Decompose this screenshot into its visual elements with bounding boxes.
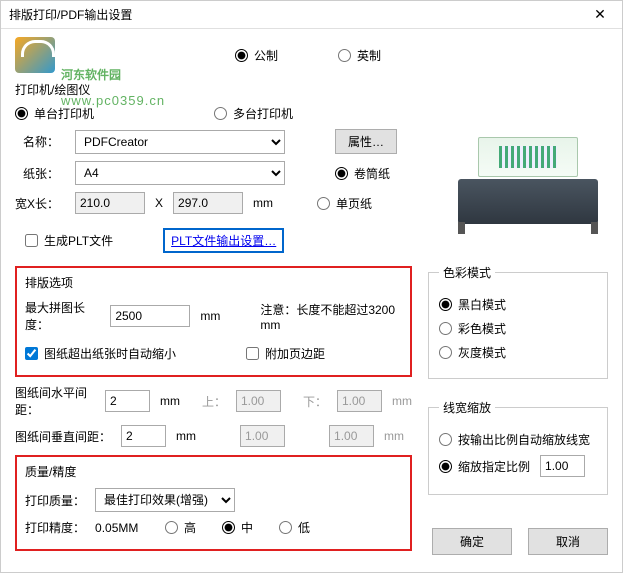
vspace-label: 图纸间垂直间距： xyxy=(15,428,111,445)
quality-label: 打印质量： xyxy=(25,492,85,509)
color-color-radio[interactable]: 彩色模式 xyxy=(439,320,506,337)
printer-name-select[interactable]: PDFCreator xyxy=(75,130,285,154)
bottom-margin2-input xyxy=(329,425,374,447)
window-title: 排版打印/PDF输出设置 xyxy=(9,6,132,23)
sheet-paper-radio[interactable]: 单页纸 xyxy=(317,195,372,212)
ok-button[interactable]: 确定 xyxy=(432,528,512,555)
top-margin2-input xyxy=(240,425,285,447)
precision-label: 打印精度： xyxy=(25,519,85,536)
unit-imperial-radio[interactable]: 英制 xyxy=(338,47,381,64)
multi-printer-radio[interactable]: 多台打印机 xyxy=(214,105,293,122)
single-printer-radio[interactable]: 单台打印机 xyxy=(15,105,94,122)
paper-select[interactable]: A4 xyxy=(75,161,285,185)
bottom-margin-input xyxy=(337,390,382,412)
width-input xyxy=(75,192,145,214)
printer-illustration xyxy=(458,129,598,224)
precision-value: 0.05MM xyxy=(95,521,155,535)
cancel-button[interactable]: 取消 xyxy=(528,528,608,555)
plt-settings-link[interactable]: PLT文件输出设置… xyxy=(163,228,284,253)
max-len-note: 注意：长度不能超过3200 mm xyxy=(260,301,402,332)
vspace-input[interactable] xyxy=(121,425,166,447)
printer-section-label: 打印机/绘图仪 xyxy=(15,81,608,98)
margin-checkbox[interactable]: 附加页边距 xyxy=(246,345,325,362)
layout-title: 排版选项 xyxy=(25,274,402,291)
max-len-input[interactable] xyxy=(110,305,190,327)
wh-label: 宽X长： xyxy=(15,195,65,212)
hspace-label: 图纸间水平间距： xyxy=(15,384,95,418)
color-bw-radio[interactable]: 黑白模式 xyxy=(439,296,506,313)
top-margin-input xyxy=(236,390,281,412)
app-logo-icon xyxy=(15,37,55,73)
precision-low-radio[interactable]: 低 xyxy=(279,519,310,536)
precision-high-radio[interactable]: 高 xyxy=(165,519,196,536)
height-input xyxy=(173,192,243,214)
color-gray-radio[interactable]: 灰度模式 xyxy=(439,344,506,361)
lw-auto-radio[interactable]: 按输出比例自动缩放线宽 xyxy=(439,431,590,448)
autofit-checkbox[interactable]: 图纸超出纸张时自动缩小 xyxy=(25,345,176,362)
precision-mid-radio[interactable]: 中 xyxy=(222,519,253,536)
quality-select[interactable]: 最佳打印效果(增强) xyxy=(95,488,235,512)
color-mode-fieldset: 色彩模式 黑白模式 彩色模式 灰度模式 xyxy=(428,264,608,379)
name-label: 名称： xyxy=(15,133,65,150)
lw-ratio-radio[interactable]: 缩放指定比例 xyxy=(439,458,530,475)
linewidth-fieldset: 线宽缩放 按输出比例自动缩放线宽 缩放指定比例 xyxy=(428,399,608,495)
hspace-input[interactable] xyxy=(105,390,150,412)
max-len-label: 最大拼图长度： xyxy=(25,299,100,333)
paper-label: 纸张： xyxy=(15,165,65,182)
roll-paper-radio[interactable]: 卷筒纸 xyxy=(335,165,390,182)
lw-ratio-input[interactable] xyxy=(540,455,585,477)
close-icon[interactable]: ✕ xyxy=(586,6,614,23)
gen-plt-checkbox[interactable]: 生成PLT文件 xyxy=(25,232,113,249)
unit-metric-radio[interactable]: 公制 xyxy=(235,47,278,64)
properties-button[interactable]: 属性… xyxy=(335,129,397,154)
quality-title: 质量/精度 xyxy=(25,463,402,480)
